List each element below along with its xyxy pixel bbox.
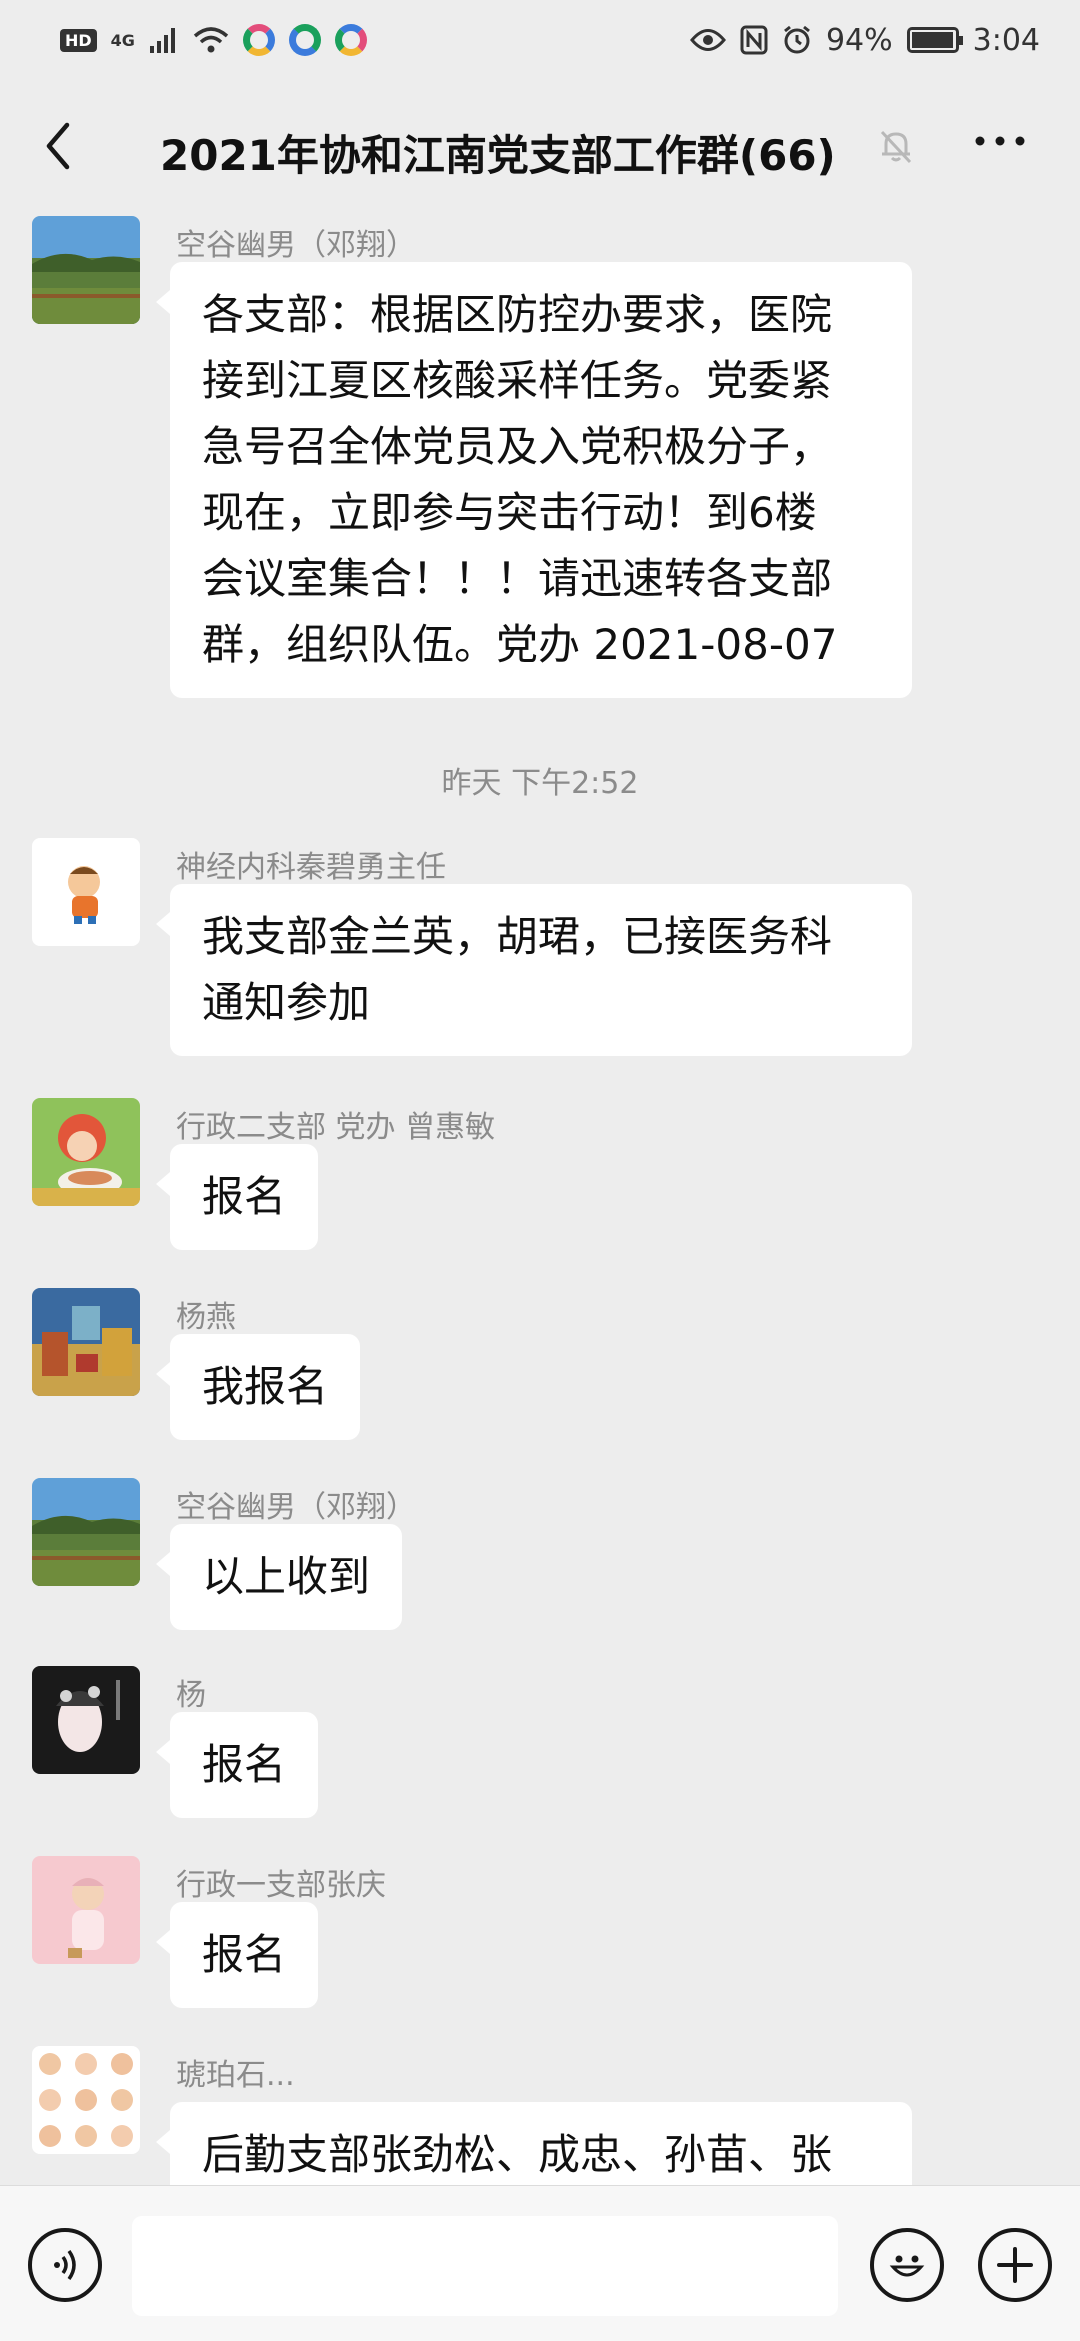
message-line: 会议室集合！！！请迅速转各支部 bbox=[202, 554, 833, 603]
chat-timestamp: 昨天 下午2:52 bbox=[441, 766, 639, 801]
eye-icon bbox=[689, 29, 726, 51]
message-line: 急号召全体党员及入党积极分子， bbox=[202, 422, 833, 471]
message-line: 群，组织队伍。党办 2021-08-07 bbox=[202, 620, 838, 669]
sender-name: 琥珀石... bbox=[176, 2058, 295, 2093]
voice-button[interactable] bbox=[28, 2228, 102, 2302]
message-line: 报名 bbox=[202, 1930, 287, 1979]
sender-name: 空谷幽男（邓翔） bbox=[176, 228, 416, 263]
app-notification-icon bbox=[288, 24, 321, 56]
emoji-button[interactable] bbox=[870, 2228, 944, 2302]
plus-icon bbox=[997, 2247, 1033, 2283]
chat-title: 2021年协和江南党支部工作群(66) bbox=[160, 131, 836, 180]
input-bar bbox=[0, 2185, 1080, 2341]
sender-name: 行政二支部 党办 曾惠敏 bbox=[176, 1110, 496, 1145]
avatar[interactable] bbox=[32, 2046, 140, 2154]
emoji-icon bbox=[889, 2255, 925, 2277]
wifi-icon bbox=[193, 27, 229, 53]
back-button[interactable] bbox=[28, 116, 88, 176]
message-bubble[interactable]: 报名 bbox=[155, 1712, 319, 1818]
message-input[interactable] bbox=[132, 2216, 838, 2316]
avatar[interactable] bbox=[32, 216, 140, 324]
sender-name: 杨 bbox=[176, 1678, 206, 1713]
battery-percent: 94% bbox=[825, 22, 893, 58]
sender-name: 行政一支部张庆 bbox=[176, 1868, 386, 1903]
message-line: 以上收到 bbox=[202, 1552, 371, 1601]
voice-icon bbox=[54, 2249, 76, 2281]
status-bar-right: 94% 3:04 bbox=[689, 22, 1040, 58]
message-line: 接到江夏区核酸采样任务。党委紧 bbox=[202, 356, 833, 405]
sender-name: 空谷幽男（邓翔） bbox=[176, 1490, 416, 1525]
chat-header: 2021年协和江南党支部工作群(66) bbox=[0, 80, 1080, 210]
message-line: 通知参加 bbox=[202, 978, 371, 1027]
message-bubble[interactable]: 报名 bbox=[155, 1144, 319, 1250]
nfc-icon bbox=[740, 25, 768, 55]
message-line: 我报名 bbox=[202, 1362, 329, 1411]
app-notification-icon bbox=[334, 24, 367, 56]
more-dots-icon bbox=[975, 136, 1025, 146]
message-bubble[interactable]: 以上收到 bbox=[155, 1524, 403, 1630]
avatar[interactable] bbox=[32, 1478, 140, 1586]
network-type: 4G bbox=[110, 30, 135, 50]
message-list[interactable]: 空谷幽男（邓翔） 各支部：根据区防控办要求，医院 接到江夏区核酸采样任务。党委紧… bbox=[0, 210, 1080, 2185]
avatar[interactable] bbox=[32, 1666, 140, 1774]
message-line: 现在，立即参与突击行动！到6楼 bbox=[202, 488, 817, 537]
message-line: 我支部金兰英，胡珺，已接医务科 bbox=[202, 912, 833, 961]
more-button[interactable] bbox=[970, 126, 1030, 160]
status-bar-left: HD 4G bbox=[60, 24, 367, 56]
avatar[interactable] bbox=[32, 1288, 140, 1396]
mute-indicator bbox=[876, 126, 916, 170]
avatar[interactable] bbox=[32, 1098, 140, 1206]
message-bubble[interactable]: 我报名 bbox=[155, 1334, 361, 1440]
avatar[interactable] bbox=[32, 1856, 140, 1964]
sender-name: 神经内科秦碧勇主任 bbox=[176, 850, 446, 885]
battery-icon bbox=[906, 27, 963, 53]
message-line: 后勤支部张劲松、成忠、孙苗、张 bbox=[202, 2130, 833, 2179]
message-line: 各支部：根据区防控办要求，医院 bbox=[202, 290, 833, 339]
message-bubble[interactable]: 后勤支部张劲松、成忠、孙苗、张 bbox=[156, 2102, 912, 2185]
clock: 3:04 bbox=[972, 22, 1040, 58]
message-bubble[interactable]: 报名 bbox=[155, 1902, 319, 2008]
app-notification-icon bbox=[242, 24, 275, 56]
hd-indicator: HD bbox=[60, 28, 97, 52]
message-line: 报名 bbox=[202, 1740, 287, 1789]
signal-icon bbox=[149, 28, 175, 53]
alarm-icon bbox=[784, 25, 810, 54]
status-bar: HD 4G 94% 3:04 bbox=[0, 0, 1080, 80]
message-bubble[interactable]: 各支部：根据区防控办要求，医院 接到江夏区核酸采样任务。党委紧 急号召全体党员及… bbox=[156, 262, 912, 698]
chevron-left-icon bbox=[46, 122, 70, 170]
more-functions-button[interactable] bbox=[978, 2228, 1052, 2302]
message-bubble[interactable]: 我支部金兰英，胡珺，已接医务科 通知参加 bbox=[156, 884, 912, 1056]
avatar[interactable] bbox=[32, 838, 140, 946]
message-line: 报名 bbox=[202, 1172, 287, 1221]
bell-off-icon bbox=[880, 130, 912, 164]
sender-name: 杨燕 bbox=[176, 1300, 236, 1335]
